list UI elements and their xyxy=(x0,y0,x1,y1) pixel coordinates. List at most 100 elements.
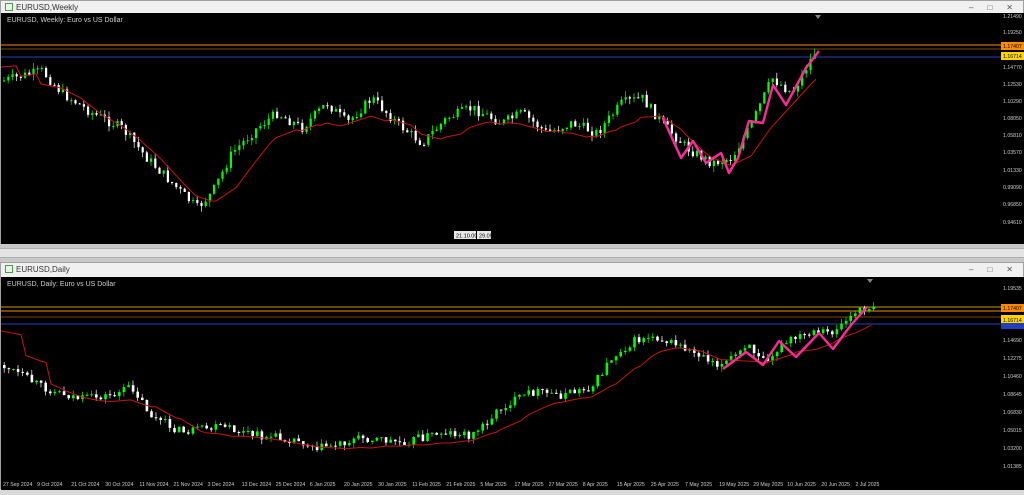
candle-body xyxy=(725,360,728,364)
price-axis-label: 1.19535 xyxy=(1003,286,1022,292)
maximize-icon[interactable]: □ xyxy=(987,265,992,274)
candle-body xyxy=(82,104,85,107)
candle-body xyxy=(481,423,484,431)
candle-body xyxy=(729,160,732,162)
time-axis-label: 11 Feb 2025 xyxy=(412,482,441,488)
candle-body xyxy=(444,433,448,435)
time-axis-label: 25 Dec 2024 xyxy=(276,482,306,488)
candle-body xyxy=(7,368,11,370)
daily-time-axis[interactable]: 27 Sep 2024 9 Oct 2024 21 Oct 2024 30 Oct 2… xyxy=(1,474,1024,490)
close-icon[interactable]: ✕ xyxy=(1006,265,1013,274)
candle-body xyxy=(141,397,144,400)
candle-body xyxy=(192,200,195,202)
candle-body xyxy=(486,423,489,425)
daily-symbol-label: EURUSD, Daily: Euro vs US Dollar xyxy=(7,281,116,288)
candle-body xyxy=(183,188,186,192)
candle-body xyxy=(528,111,531,118)
candle-body xyxy=(242,140,245,146)
candle-body xyxy=(271,111,274,119)
candle-body xyxy=(601,374,604,376)
weekly-plot-area[interactable]: EURUSD, Weekly: Euro vs US Dollar 21.10.… xyxy=(1,13,1001,241)
candle-body xyxy=(389,439,392,443)
candle-body xyxy=(565,127,568,130)
candle-body xyxy=(91,113,94,115)
time-axis-label: 5 Mar 2025 xyxy=(480,482,506,488)
candle-body xyxy=(683,344,687,351)
candle-body xyxy=(679,141,682,143)
candle-body xyxy=(200,202,203,206)
time-axis-label: 30 Oct 2024 xyxy=(105,482,133,488)
candle-body xyxy=(62,391,66,396)
candle-body xyxy=(421,434,425,441)
candle-body xyxy=(263,124,266,127)
time-axis-label: 21 Oct 2024 xyxy=(71,482,99,488)
candle-body xyxy=(473,105,476,111)
price-axis-label: 1.01330 xyxy=(1003,168,1022,174)
candle-body xyxy=(418,140,421,145)
candle-body xyxy=(867,309,871,312)
candle-body xyxy=(642,338,645,343)
candle-body xyxy=(205,425,208,429)
candle-body xyxy=(173,427,176,433)
minimize-icon[interactable]: – xyxy=(969,265,973,274)
candle-body xyxy=(320,443,323,451)
candle-body xyxy=(402,120,405,131)
candle-body xyxy=(204,201,207,206)
time-axis-label: 27 Mar 2025 xyxy=(549,482,578,488)
time-axis-label: 19 May 2025 xyxy=(719,482,749,488)
candle-body xyxy=(210,428,213,430)
candle-body xyxy=(361,435,365,439)
candle-body xyxy=(654,104,657,120)
time-axis-label: 29 May 2025 xyxy=(753,482,783,488)
candle-body xyxy=(612,114,615,116)
candle-body xyxy=(665,341,668,343)
candle-body xyxy=(481,114,484,117)
weekly-chart-window[interactable]: EURUSD,Weekly – □ ✕ EURUSD, Weekly: Euro… xyxy=(0,0,1024,252)
daily-plot-area[interactable]: EURUSD, Daily: Euro vs US Dollar xyxy=(1,277,1001,474)
candle-body xyxy=(12,368,15,370)
window-controls: – □ ✕ xyxy=(969,265,1013,274)
candle-body xyxy=(453,431,457,437)
daily-chart-window[interactable]: EURUSD,Daily – □ ✕ EURUSD, Daily: Euro v… xyxy=(0,262,1024,490)
candle-body xyxy=(352,438,356,444)
candle-body xyxy=(771,78,774,83)
candle-body xyxy=(637,97,640,99)
candle-body xyxy=(234,149,237,152)
candle-body xyxy=(691,151,694,157)
price-axis-label: 1.03570 xyxy=(1003,150,1022,156)
candle-body xyxy=(53,391,57,394)
candle-body xyxy=(7,76,10,81)
candle-body xyxy=(26,372,29,375)
candle-body xyxy=(674,340,678,346)
candle-body xyxy=(798,334,802,339)
candle-body xyxy=(279,433,282,440)
price-axis-label: 1.05810 xyxy=(1003,133,1022,139)
candle-body xyxy=(326,105,329,107)
candle-body xyxy=(297,438,300,442)
candle-body xyxy=(233,425,236,433)
candle-body xyxy=(309,118,312,127)
maximize-icon[interactable]: □ xyxy=(987,3,992,12)
candle-body xyxy=(348,443,351,446)
price-axis-label: 1.17407 xyxy=(1003,306,1022,312)
price-axis-label: 1.19250 xyxy=(1003,30,1022,36)
candle-body xyxy=(614,356,618,361)
candle-body xyxy=(458,435,461,437)
candle-body xyxy=(469,106,472,111)
close-icon[interactable]: ✕ xyxy=(1006,3,1013,12)
candle-body xyxy=(313,111,316,119)
candle-body xyxy=(578,125,581,127)
minimize-icon[interactable]: – xyxy=(969,3,973,12)
candle-body xyxy=(200,425,204,427)
weekly-titlebar[interactable]: EURUSD,Weekly – □ ✕ xyxy=(1,1,1023,13)
candle-body xyxy=(162,170,165,174)
candle-body xyxy=(39,380,43,383)
candle-body xyxy=(472,431,475,439)
daily-titlebar[interactable]: EURUSD,Daily – □ ✕ xyxy=(1,263,1023,275)
candle-body xyxy=(384,437,388,443)
candle-body xyxy=(574,121,577,127)
daily-price-axis[interactable]: 1.19535 1.17407 1.16714 1.14690 1.12275 1.104… xyxy=(1001,277,1024,474)
candle-body xyxy=(789,336,793,344)
candle-body xyxy=(628,97,631,99)
weekly-price-axis[interactable]: 1.21490 1.19250 1.17407 1.16714 1.14770 1.125… xyxy=(1001,13,1024,241)
